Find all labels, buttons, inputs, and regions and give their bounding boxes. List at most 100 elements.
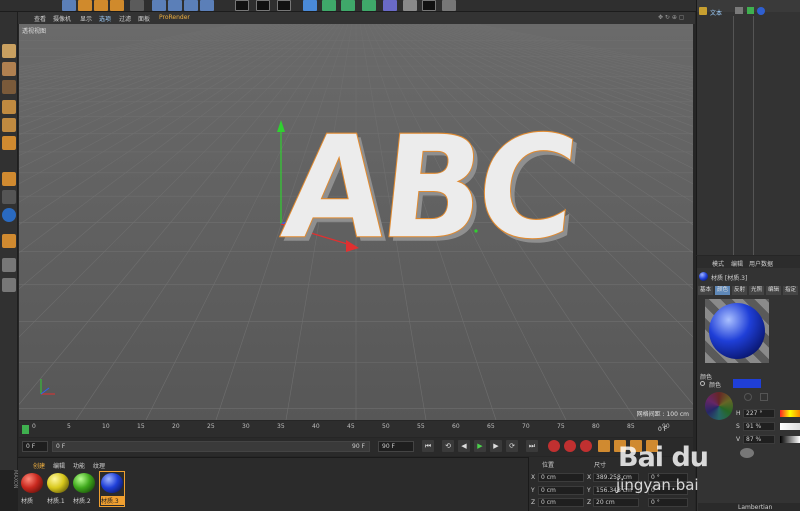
light-icon[interactable]: [442, 0, 456, 11]
coordinate-system-icon[interactable]: [200, 0, 214, 11]
next-frame-icon[interactable]: ▶: [490, 440, 502, 452]
record-keys-icon[interactable]: [548, 440, 560, 452]
timeline-ruler[interactable]: 0 5 10 15 20 25 30 35 40 45 50 55 60 65 70 75 80 85 90: [22, 423, 670, 435]
tab-assign[interactable]: 指定: [783, 286, 799, 295]
workplane-icon[interactable]: [2, 258, 16, 272]
magnet-icon[interactable]: [2, 234, 16, 248]
animate-param-icon[interactable]: [700, 381, 705, 386]
snapping-icon[interactable]: [2, 208, 16, 222]
saturation-slider[interactable]: [780, 423, 800, 430]
subdivision-icon[interactable]: [341, 0, 355, 11]
polygons-mode-icon[interactable]: [2, 136, 16, 150]
model-mode-icon[interactable]: [2, 62, 16, 76]
pos-y-field[interactable]: 0 cm: [538, 486, 584, 495]
tab-basic[interactable]: 基本: [698, 286, 714, 295]
live-select-icon[interactable]: [62, 0, 76, 11]
previous-key-icon[interactable]: ⟲: [442, 440, 454, 452]
attr-menu-userdata[interactable]: 用户数据: [749, 259, 773, 268]
enabled-check-icon[interactable]: [747, 7, 754, 14]
pen-icon[interactable]: [322, 0, 336, 11]
cube-icon[interactable]: [303, 0, 317, 11]
color-wheel-icon[interactable]: [705, 392, 733, 420]
go-to-start-icon[interactable]: ⏮: [422, 440, 434, 452]
render-picture-viewer-icon[interactable]: [256, 0, 270, 11]
mat-menu-create[interactable]: 创建: [33, 461, 45, 470]
end-frame-field[interactable]: 90 F: [378, 441, 414, 452]
axis-mode-icon[interactable]: [2, 172, 16, 186]
abc-text-object[interactable]: ABC ABC: [275, 105, 583, 320]
play-icon[interactable]: ▶: [474, 440, 486, 452]
array-icon[interactable]: [362, 0, 376, 11]
color-swatch[interactable]: [733, 379, 761, 388]
scale-icon[interactable]: [94, 0, 108, 11]
render-view-icon[interactable]: [235, 0, 249, 11]
pos-z-field[interactable]: 0 cm: [538, 498, 584, 507]
size-z-field[interactable]: 20 cm: [593, 498, 639, 507]
z-axis-icon[interactable]: [184, 0, 198, 11]
deformer-icon[interactable]: [383, 0, 397, 11]
texture-mode-icon[interactable]: [2, 80, 16, 94]
attr-menu-edit[interactable]: 编辑: [731, 259, 743, 268]
edges-mode-icon[interactable]: [2, 118, 16, 132]
next-key-icon[interactable]: ⟳: [506, 440, 518, 452]
menu-view[interactable]: 查看: [34, 14, 46, 23]
timeline-playhead[interactable]: [22, 425, 29, 434]
menu-panel[interactable]: 面板: [138, 14, 150, 23]
points-mode-icon[interactable]: [2, 100, 16, 114]
position-key-icon[interactable]: [598, 440, 610, 452]
hsv-s-field[interactable]: 91 %: [743, 422, 775, 431]
go-to-end-icon[interactable]: ⏭: [526, 440, 538, 452]
frame-range-slider[interactable]: 0 F 90 F: [52, 441, 370, 452]
material-swatch-2[interactable]: [73, 473, 95, 493]
y-axis-icon[interactable]: [168, 0, 182, 11]
tweak-mode-icon[interactable]: [2, 190, 16, 204]
material-title: 材质 [材质.3]: [711, 275, 748, 282]
material-swatch-1[interactable]: [47, 473, 69, 493]
material-swatch-0[interactable]: [21, 473, 43, 493]
material-preview-box[interactable]: [705, 299, 769, 363]
start-frame-field[interactable]: 0 F: [22, 441, 48, 452]
material-tag-icon[interactable]: [757, 7, 765, 15]
shader-model-label[interactable]: Lambertian: [738, 504, 772, 511]
color-mixer-icon[interactable]: [740, 448, 754, 458]
mat-menu-texture[interactable]: 纹理: [93, 461, 105, 470]
grid-icon[interactable]: [2, 278, 16, 292]
hsv-v-field[interactable]: 87 %: [743, 435, 775, 444]
tab-illumination[interactable]: 光照: [749, 286, 765, 295]
hsv-h-field[interactable]: 227 °: [743, 409, 775, 418]
timeline-tick-label: 45: [347, 423, 355, 430]
menu-cameras[interactable]: 摄像机: [53, 14, 71, 23]
menu-display[interactable]: 显示: [80, 14, 92, 23]
make-editable-icon[interactable]: [2, 44, 16, 58]
value-slider[interactable]: [780, 436, 800, 443]
object-name-text[interactable]: 文本: [710, 8, 722, 17]
menu-filter[interactable]: 过滤: [119, 14, 131, 23]
material-swatch-3[interactable]: [101, 473, 123, 493]
autokey-icon[interactable]: [564, 440, 576, 452]
mat-menu-edit[interactable]: 编辑: [53, 461, 65, 470]
tab-color[interactable]: 颜色: [715, 286, 731, 295]
mat-menu-function[interactable]: 功能: [73, 461, 85, 470]
hue-slider[interactable]: [780, 410, 800, 417]
rot-b-field[interactable]: 0 °: [648, 498, 688, 507]
tab-reflectance[interactable]: 反射: [732, 286, 748, 295]
menu-options[interactable]: 选项: [99, 14, 111, 23]
previous-frame-icon[interactable]: ◀: [458, 440, 470, 452]
attr-menu-mode[interactable]: 模式: [712, 259, 724, 268]
floor-icon[interactable]: [403, 0, 417, 11]
menu-prorender[interactable]: ProRender: [159, 14, 190, 21]
recent-tool-icon[interactable]: [130, 0, 144, 11]
render-settings-icon[interactable]: [277, 0, 291, 11]
move-icon[interactable]: [78, 0, 92, 11]
spectrum-icon[interactable]: [744, 393, 752, 401]
perspective-viewport[interactable]: ABC ABC 透视视图 网格间距 : 100 cm: [19, 24, 693, 420]
keyframe-selection-icon[interactable]: [580, 440, 592, 452]
picker-icon[interactable]: [760, 393, 768, 401]
visibility-dots-icon[interactable]: [735, 7, 743, 14]
viewport-nav-icon[interactable]: ✥ ↻ ⊕ ▢: [658, 14, 684, 21]
pos-x-field[interactable]: 0 cm: [538, 473, 584, 482]
rotate-icon[interactable]: [110, 0, 124, 11]
tab-editor[interactable]: 编辑: [766, 286, 782, 295]
camera-icon[interactable]: [422, 0, 436, 11]
x-axis-icon[interactable]: [152, 0, 166, 11]
